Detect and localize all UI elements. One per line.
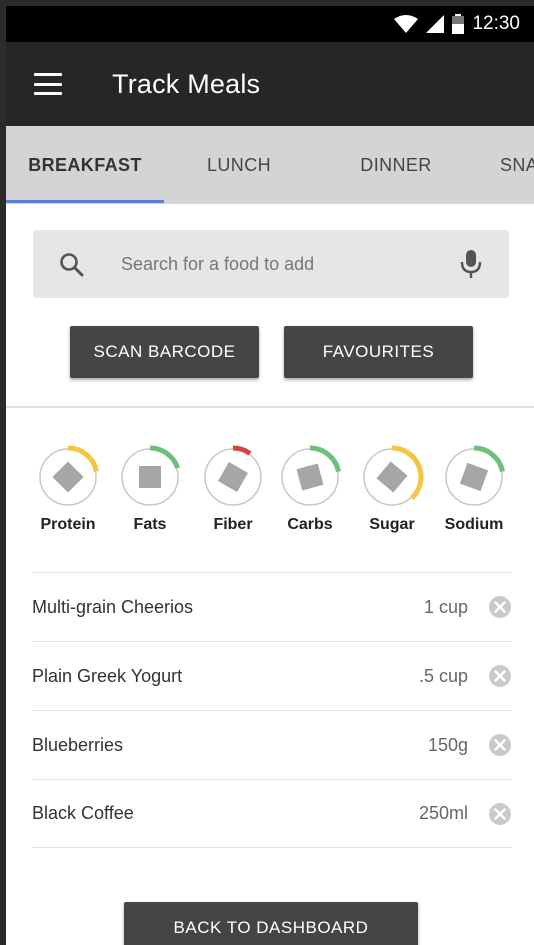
tab-snacks[interactable]: SNA: [500, 126, 534, 204]
remove-icon[interactable]: [488, 733, 512, 757]
phone-screen: 12:30 Track Meals BREAKFAST LUNCH DINNER…: [6, 6, 534, 945]
fiber-gauge-icon: [204, 445, 262, 506]
hamburger-menu-icon[interactable]: [34, 73, 62, 95]
remove-icon[interactable]: [488, 664, 512, 688]
food-row[interactable]: Plain Greek Yogurt .5 cup: [32, 641, 512, 710]
search-bar[interactable]: [33, 230, 509, 298]
nutrient-fiber: Fiber: [193, 442, 273, 542]
active-tab-indicator: [6, 200, 164, 203]
nutrient-sugar: Sugar: [352, 442, 432, 542]
search-input[interactable]: [121, 244, 441, 284]
nutrient-label: Protein: [40, 516, 96, 533]
nutrient-label: Fiber: [213, 516, 253, 533]
nutrient-sodium: Sodium: [434, 442, 514, 542]
food-quantity: 1 cup: [423, 596, 468, 617]
scan-barcode-button[interactable]: SCAN BARCODE: [70, 326, 259, 378]
food-quantity: 250ml: [418, 803, 468, 823]
section-divider: [6, 406, 534, 408]
tab-breakfast[interactable]: BREAKFAST: [6, 126, 164, 204]
food-list: Multi-grain Cheerios 1 cup Plain Greek Y…: [32, 572, 512, 848]
remove-icon[interactable]: [488, 802, 512, 826]
tab-lunch[interactable]: LUNCH: [164, 126, 314, 204]
nutrient-label: Sodium: [444, 516, 504, 533]
search-icon: [60, 253, 84, 277]
app-bar: Track Meals: [6, 42, 534, 126]
fats-gauge-icon: [121, 445, 180, 506]
app-title: Track Meals: [112, 68, 261, 99]
nutrient-label: Sugar: [369, 516, 415, 533]
tab-dinner[interactable]: DINNER: [314, 126, 478, 204]
wifi-icon: [394, 15, 419, 33]
food-name: Blueberries: [32, 734, 124, 755]
status-time: 12:30: [472, 13, 520, 34]
food-row[interactable]: Blueberries 150g: [32, 710, 512, 779]
sugar-gauge-icon: [363, 445, 424, 506]
nutrient-label: Carbs: [287, 516, 333, 533]
nutrient-label: Fats: [133, 516, 167, 533]
back-to-dashboard-button[interactable]: BACK TO DASHBOARD: [124, 902, 418, 945]
sodium-gauge-icon: [445, 445, 505, 506]
food-category-icon: [139, 466, 161, 488]
food-quantity: 150g: [427, 734, 468, 755]
remove-icon[interactable]: [488, 595, 512, 619]
microphone-icon[interactable]: [459, 248, 483, 280]
food-name: Black Coffee: [32, 803, 134, 823]
food-row[interactable]: Black Coffee 250ml: [32, 779, 512, 848]
status-bar: 12:30: [6, 6, 534, 42]
meal-tabs: BREAKFAST LUNCH DINNER SNA: [6, 126, 534, 204]
nutrient-carbs: Carbs: [270, 442, 350, 542]
protein-gauge-icon: [39, 445, 99, 506]
food-name: Multi-grain Cheerios: [32, 596, 194, 617]
nutrient-fats: Fats: [110, 442, 190, 542]
carbs-gauge-icon: [281, 445, 341, 506]
favourites-button[interactable]: FAVOURITES: [284, 326, 473, 378]
cellular-signal-icon: [426, 15, 445, 33]
food-row[interactable]: Multi-grain Cheerios 1 cup: [32, 572, 512, 641]
food-quantity: .5 cup: [418, 665, 468, 686]
food-name: Plain Greek Yogurt: [32, 665, 183, 686]
nutrient-protein: Protein: [28, 442, 108, 542]
battery-icon: [452, 14, 465, 34]
